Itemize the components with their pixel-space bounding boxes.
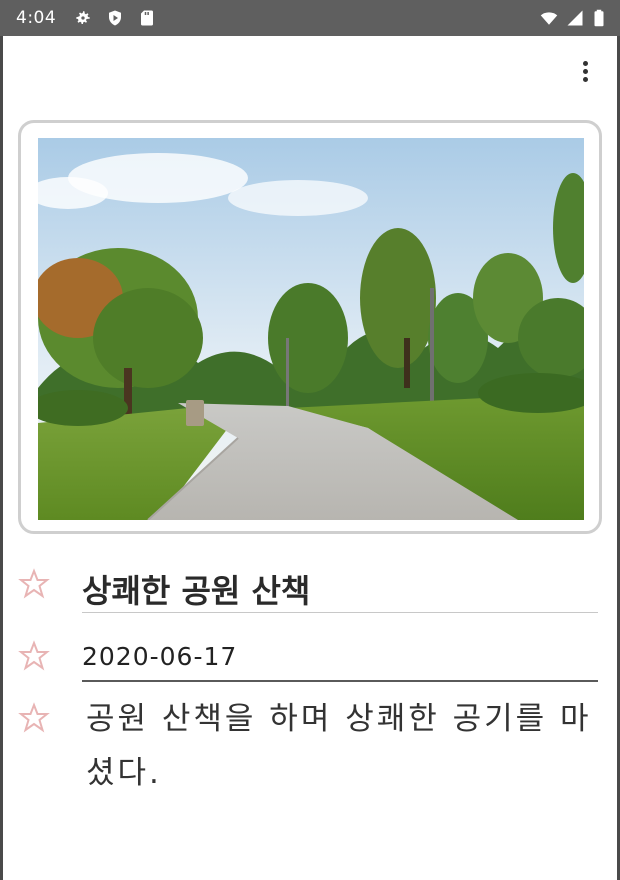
more-vert-icon[interactable]	[572, 56, 600, 86]
entry-content[interactable]: 공원 산책을 하며 상쾌한 공기를 마셨다.	[86, 692, 594, 800]
park-photo	[38, 138, 584, 520]
status-bar: 4:04	[0, 0, 620, 36]
sd-card-icon	[138, 9, 156, 27]
status-time: 4:04	[16, 8, 57, 28]
title-star-icon	[18, 568, 50, 600]
play-shield-icon	[106, 9, 124, 27]
wifi-icon	[540, 9, 558, 27]
photo-card[interactable]	[18, 120, 602, 534]
screen-edge-left	[0, 36, 3, 880]
date-star-icon	[18, 640, 50, 672]
entry-date[interactable]: 2020-06-17	[82, 642, 237, 671]
battery-icon	[592, 9, 606, 27]
signal-icon	[566, 9, 584, 27]
date-underline	[82, 680, 598, 682]
entry-title[interactable]: 상쾌한 공원 산책	[82, 566, 310, 612]
gear-icon	[74, 9, 92, 27]
title-underline	[82, 612, 598, 613]
content-star-icon	[18, 702, 50, 734]
